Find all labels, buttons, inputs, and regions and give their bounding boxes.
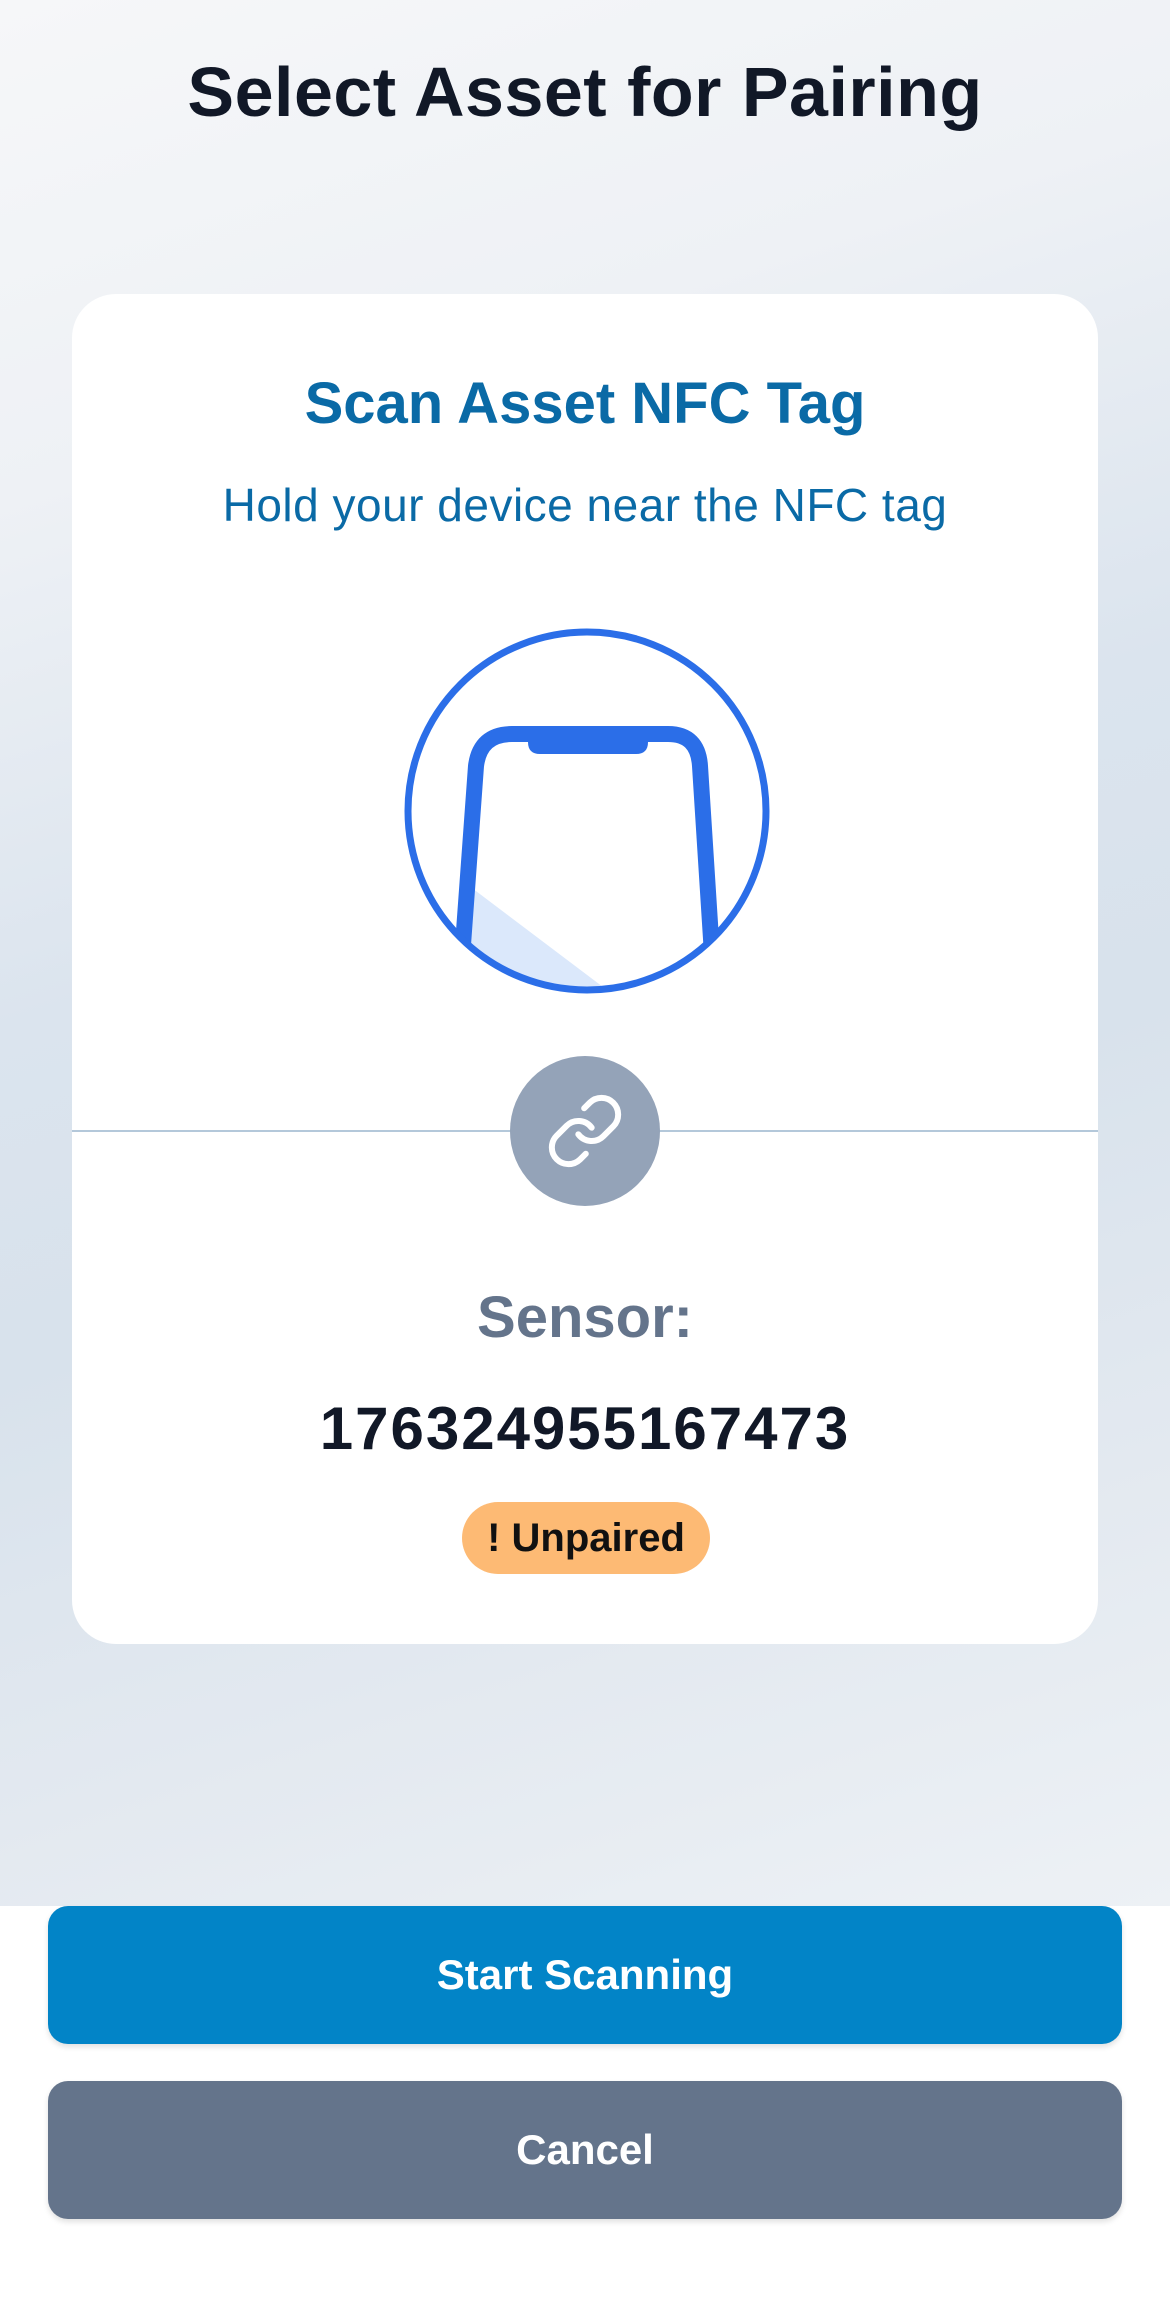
status-badge: ! Unpaired [462, 1502, 710, 1574]
page-title: Select Asset for Pairing [187, 53, 983, 131]
card-title: Scan Asset NFC Tag [304, 371, 866, 436]
scan-card: Scan Asset NFC Tag Hold your device near… [72, 294, 1098, 1644]
link-icon [548, 1094, 622, 1168]
cancel-button[interactable]: Cancel [48, 2081, 1122, 2219]
phone-nfc-icon [402, 626, 772, 996]
sensor-label: Sensor: [477, 1285, 693, 1350]
card-subtitle: Hold your device near the NFC tag [222, 479, 948, 531]
link-badge [510, 1056, 660, 1206]
start-scanning-button[interactable]: Start Scanning [48, 1906, 1122, 2044]
sensor-id: 176324955167473 [319, 1395, 851, 1462]
